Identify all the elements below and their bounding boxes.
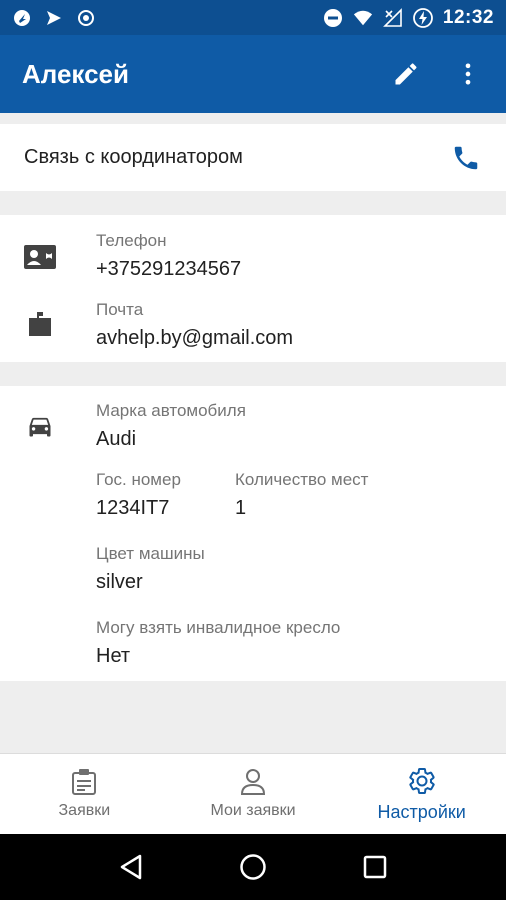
plate-value: 1234IT7 bbox=[96, 497, 170, 519]
car-color-label: Цвет машины bbox=[96, 544, 205, 563]
phone-label: Телефон bbox=[96, 231, 167, 250]
recents-icon bbox=[363, 855, 387, 879]
nav-item-requests[interactable]: Заявки bbox=[0, 754, 169, 834]
back-button[interactable] bbox=[113, 849, 149, 885]
seats-value: 1 bbox=[235, 497, 247, 519]
page-title: Алексей bbox=[22, 58, 129, 89]
system-navigation bbox=[0, 834, 506, 900]
recents-button[interactable] bbox=[357, 849, 393, 885]
email-value: avhelp.by@gmail.com bbox=[96, 327, 294, 349]
more-menu-button[interactable] bbox=[452, 58, 484, 90]
email-field: Почта avhelp.by@gmail.com bbox=[96, 299, 293, 351]
requests-icon bbox=[72, 769, 97, 795]
nav-label-my-requests: Мои заявки bbox=[210, 802, 296, 819]
car-color-value: silver bbox=[96, 571, 143, 593]
dnd-icon bbox=[323, 8, 343, 28]
back-icon bbox=[120, 854, 142, 880]
wheelchair-label: Могу взять инвалидное кресло bbox=[96, 618, 341, 637]
contact-card-icon bbox=[22, 239, 58, 275]
nav-item-my-requests[interactable]: Мои заявки bbox=[169, 754, 338, 834]
seats-label: Количество мест bbox=[235, 470, 369, 489]
gear-icon bbox=[409, 767, 435, 794]
car-color-field: Цвет машины silver bbox=[96, 543, 205, 595]
email-label: Почта bbox=[96, 300, 144, 319]
car-card: Марка автомобиля Audi Гос. номер 1234IT7… bbox=[0, 386, 506, 681]
edit-button[interactable] bbox=[390, 58, 422, 90]
wifi-icon bbox=[353, 8, 373, 28]
battery-charging-icon bbox=[412, 7, 433, 28]
record-icon bbox=[76, 8, 96, 28]
clock: 12:32 bbox=[442, 6, 494, 28]
more-vert-icon bbox=[465, 63, 471, 85]
plate-label: Гос. номер bbox=[96, 470, 181, 489]
contacts-card: Телефон +375291234567 Почта avhelp.by@gm… bbox=[0, 215, 506, 362]
car-icon bbox=[22, 408, 58, 444]
person-icon bbox=[240, 769, 266, 795]
wheelchair-field: Могу взять инвалидное кресло Нет bbox=[96, 617, 340, 669]
phone-icon bbox=[454, 146, 478, 169]
car-brand-field: Марка автомобиля Audi bbox=[96, 400, 246, 452]
coordinator-row[interactable]: Связь с координатором bbox=[0, 124, 506, 191]
seats-field: Количество мест 1 bbox=[235, 469, 368, 521]
plate-field: Гос. номер 1234IT7 bbox=[96, 469, 181, 521]
call-coordinator-button[interactable] bbox=[450, 142, 482, 174]
pencil-icon bbox=[395, 63, 417, 85]
app-icon-1 bbox=[12, 8, 32, 28]
car-brand-label: Марка автомобиля bbox=[96, 401, 246, 420]
coordinator-label: Связь с координатором bbox=[24, 146, 243, 168]
home-button[interactable] bbox=[235, 849, 271, 885]
app-bar: Алексей bbox=[0, 35, 506, 113]
send-icon bbox=[44, 8, 64, 28]
status-bar: 12:32 bbox=[0, 0, 506, 35]
bottom-navigation: Заявки Мои заявки Настройки bbox=[0, 753, 506, 834]
mailbox-icon bbox=[22, 305, 58, 341]
car-brand-value: Audi bbox=[96, 428, 137, 450]
nav-label-requests: Заявки bbox=[58, 802, 111, 819]
wheelchair-value: Нет bbox=[96, 645, 131, 667]
nav-item-settings[interactable]: Настройки bbox=[337, 754, 506, 834]
home-icon bbox=[240, 854, 266, 880]
phone-field: Телефон +375291234567 bbox=[96, 230, 241, 282]
nav-label-settings: Настройки bbox=[377, 801, 466, 822]
phone-value: +375291234567 bbox=[96, 258, 242, 280]
signal-icon bbox=[382, 7, 403, 28]
